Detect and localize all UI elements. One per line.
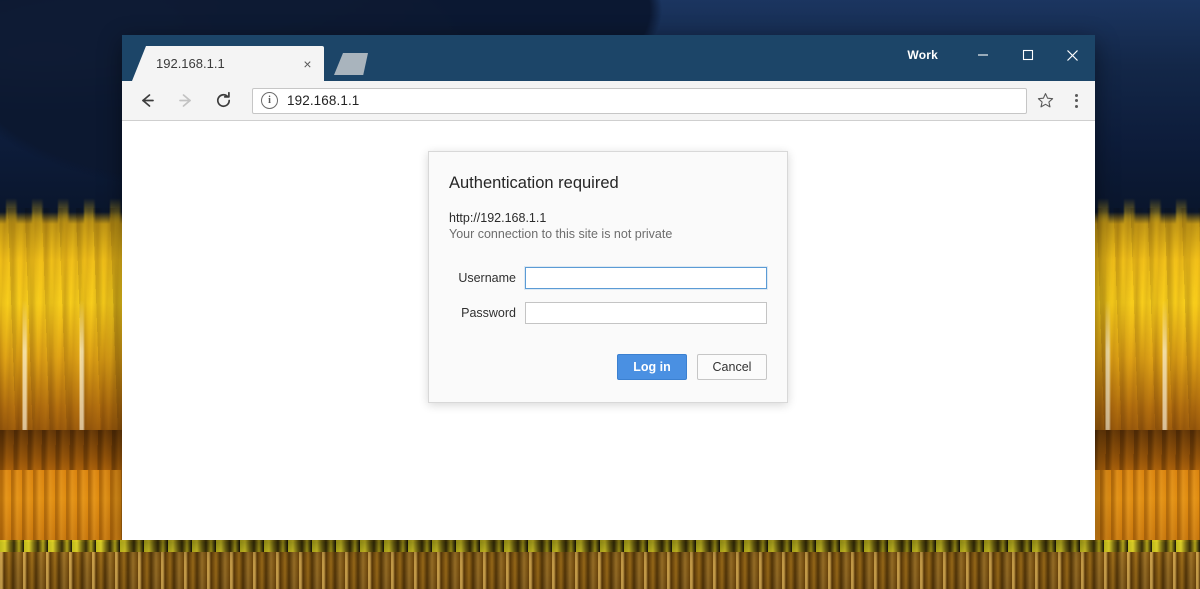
menu-dot-icon bbox=[1075, 94, 1078, 97]
browser-tab[interactable]: 192.168.1.1 × bbox=[132, 46, 324, 81]
maximize-button[interactable] bbox=[1005, 40, 1050, 70]
address-bar-url: 192.168.1.1 bbox=[287, 93, 359, 108]
password-label: Password bbox=[449, 306, 525, 320]
arrow-left-icon bbox=[138, 91, 157, 110]
browser-menu-button[interactable] bbox=[1063, 86, 1089, 116]
close-window-button[interactable] bbox=[1050, 40, 1095, 70]
forward-button[interactable] bbox=[170, 86, 200, 116]
dialog-title: Authentication required bbox=[449, 174, 767, 193]
tab-title: 192.168.1.1 bbox=[156, 56, 225, 71]
minimize-icon bbox=[977, 49, 989, 61]
browser-toolbar: i 192.168.1.1 bbox=[122, 81, 1095, 121]
page-content: Authentication required http://192.168.1… bbox=[122, 121, 1095, 540]
close-icon[interactable]: × bbox=[299, 55, 316, 72]
password-input[interactable] bbox=[525, 302, 767, 324]
menu-dot-icon bbox=[1075, 105, 1078, 108]
star-icon bbox=[1037, 92, 1054, 109]
bookmark-button[interactable] bbox=[1033, 88, 1057, 114]
dialog-origin-url: http://192.168.1.1 bbox=[449, 211, 767, 225]
dialog-actions: Log in Cancel bbox=[449, 354, 767, 380]
window-controls: Work bbox=[907, 35, 1095, 75]
reload-button[interactable] bbox=[208, 86, 238, 116]
close-icon bbox=[1066, 49, 1079, 62]
maximize-icon bbox=[1022, 49, 1034, 61]
authentication-dialog: Authentication required http://192.168.1… bbox=[428, 151, 788, 403]
username-input[interactable] bbox=[525, 267, 767, 289]
username-label: Username bbox=[449, 271, 525, 285]
dialog-security-message: Your connection to this site is not priv… bbox=[449, 227, 767, 241]
minimize-button[interactable] bbox=[960, 40, 1005, 70]
password-row: Password bbox=[449, 302, 767, 324]
username-row: Username bbox=[449, 267, 767, 289]
cancel-button[interactable]: Cancel bbox=[697, 354, 767, 380]
reload-icon bbox=[214, 91, 233, 110]
wallpaper-water-reflection bbox=[0, 552, 1200, 589]
back-button[interactable] bbox=[132, 86, 162, 116]
browser-window: 192.168.1.1 × Work bbox=[122, 35, 1095, 540]
menu-dot-icon bbox=[1075, 99, 1078, 102]
info-circle-icon[interactable]: i bbox=[261, 92, 278, 109]
login-button[interactable]: Log in bbox=[617, 354, 687, 380]
address-bar[interactable]: i 192.168.1.1 bbox=[252, 88, 1027, 114]
profile-name-label[interactable]: Work bbox=[907, 48, 938, 62]
arrow-right-icon bbox=[176, 91, 195, 110]
tab-strip: 192.168.1.1 × Work bbox=[122, 35, 1095, 81]
new-tab-button[interactable] bbox=[334, 53, 368, 75]
